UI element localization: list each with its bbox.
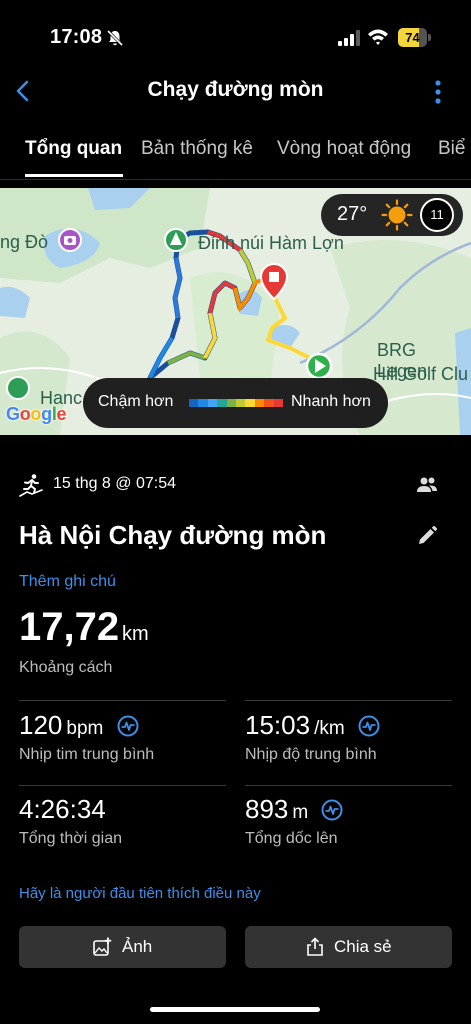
legend-color-segment (273, 399, 284, 407)
stat-pace[interactable]: 15:03/km (245, 710, 380, 741)
share-icon (307, 937, 323, 956)
more-options-icon[interactable] (428, 78, 448, 106)
legend-color-segment (245, 399, 255, 407)
divider (19, 700, 226, 701)
legend-color-segment (254, 399, 265, 407)
legend-color-segment (189, 399, 199, 407)
pace-unit: /km (314, 718, 345, 739)
divider (245, 700, 452, 701)
divider (19, 785, 226, 786)
tab-charts[interactable]: Biể (438, 138, 465, 160)
google-logo: Google (6, 404, 67, 424)
tab-laps[interactable]: Vòng hoạt động (277, 138, 411, 160)
battery-icon: 74 (398, 28, 431, 47)
activity-name: Hà Nội Chạy đường mòn (19, 520, 327, 550)
status-bar: 17:08 74 (0, 0, 471, 70)
status-time: 17:08 (50, 26, 103, 48)
heart-rate-chart-icon[interactable] (117, 715, 139, 737)
battery-level: 74 (405, 30, 420, 45)
total-time-value: 4:26:34 (19, 794, 106, 824)
legend-color-segment (217, 399, 227, 407)
add-photo-button[interactable]: Ảnh (19, 926, 226, 968)
share-label: Chia sẻ (334, 937, 392, 956)
distance-value: 17,72 (19, 605, 120, 649)
map-label-golf-2: Hill Golf Clu (373, 364, 469, 384)
map-label-place: ng Đò (0, 232, 49, 252)
add-note-link[interactable]: Thêm ghi chú (19, 573, 116, 591)
tab-active-indicator (25, 174, 123, 177)
divider (245, 785, 452, 786)
moon-phase-icon: 11 (420, 198, 454, 232)
ascent-unit: m (292, 802, 309, 823)
route-map[interactable]: ng Đò Đỉnh núi Hàm Lợn BRG Legen Hill Go… (0, 188, 471, 435)
stat-heart-rate[interactable]: 120 bpm (19, 710, 139, 741)
ascent-label: Tổng dốc lên (245, 830, 338, 847)
header: Chạy đường mòn (0, 70, 471, 114)
cellular-signal-icon (338, 30, 360, 46)
stat-total-time: 4:26:34 (19, 794, 106, 825)
heart-rate-unit: bpm (66, 718, 104, 739)
total-time-label: Tổng thời gian (19, 830, 122, 847)
page-title: Chạy đường mòn (147, 78, 324, 101)
trail-run-icon (19, 474, 43, 497)
ascent-value: 893 (245, 794, 289, 824)
legend-color-segment (226, 399, 237, 407)
first-like-link[interactable]: Hãy là người đầu tiên thích điều này (19, 885, 261, 902)
distance-unit: km (122, 623, 149, 645)
weather-temperature: 27° (337, 203, 368, 225)
bell-off-icon (106, 29, 124, 47)
speed-legend: Chậm hơn Nhanh hơn (83, 378, 388, 428)
pace-label: Nhịp độ trung bình (245, 746, 377, 763)
wifi-icon (368, 29, 388, 45)
moon-phase-value: 11 (430, 207, 444, 222)
add-photo-icon (93, 937, 112, 956)
legend-color-segment (236, 399, 246, 407)
tab-overview[interactable]: Tổng quan (25, 138, 122, 160)
legend-color-segment (207, 399, 218, 407)
weather-badge: 27° 11 (321, 194, 463, 236)
people-icon[interactable] (415, 475, 439, 495)
share-button[interactable]: Chia sẻ (245, 926, 452, 968)
heart-rate-value: 120 (19, 710, 63, 740)
pace-chart-icon[interactable] (358, 715, 380, 737)
home-indicator (150, 1007, 320, 1012)
elevation-chart-icon[interactable] (321, 799, 343, 821)
add-photo-label: Ảnh (122, 937, 153, 956)
activity-date: 15 thg 8 @ 07:54 (53, 475, 176, 492)
tab-statistics[interactable]: Bản thống kê (141, 138, 253, 160)
legend-fast-label: Nhanh hơn (291, 393, 371, 410)
legend-slow-label: Chậm hơn (98, 393, 174, 410)
edit-pencil-icon[interactable] (416, 525, 438, 547)
tab-bar: Tổng quan Bản thống kê Vòng hoạt động Bi… (0, 126, 471, 180)
legend-gradient-bar (189, 399, 284, 407)
legend-color-segment (198, 399, 208, 407)
sun-icon (381, 199, 413, 231)
map-label-peak: Đỉnh núi Hàm Lợn (198, 233, 344, 253)
stat-ascent[interactable]: 893 m (245, 794, 343, 825)
pace-value: 15:03 (245, 710, 311, 740)
legend-color-segment (264, 399, 274, 407)
distance-label: Khoảng cách (19, 659, 113, 676)
heart-rate-label: Nhịp tim trung bình (19, 746, 155, 763)
